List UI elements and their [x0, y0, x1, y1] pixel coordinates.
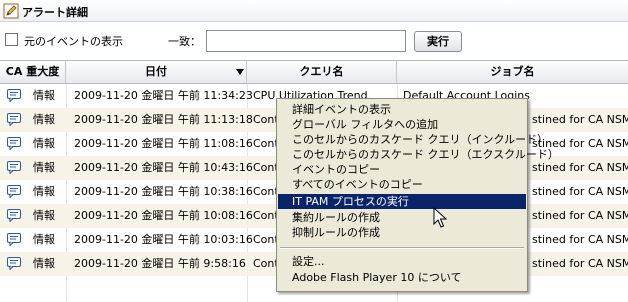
date-cell: 2009-11-20 金曜日 午前 10:08:16 — [74, 209, 253, 222]
severity-cell: 情報 — [33, 233, 55, 246]
search-input[interactable] — [206, 30, 406, 52]
header-query[interactable]: クエリ名 — [247, 61, 397, 83]
header-severity[interactable]: CA 重大度 — [0, 61, 66, 83]
query-cell: Cont — [253, 233, 279, 246]
date-cell: 2009-11-20 金曜日 午前 9:58:16 — [74, 257, 246, 270]
menu-item-about-flash-player[interactable]: Adobe Flash Player 10 について — [278, 270, 526, 285]
panel-title-bar: アラート詳細 — [0, 0, 628, 22]
job-cell: stined for CA NSM — [532, 233, 628, 246]
panel-title: アラート詳細 — [22, 6, 88, 19]
date-cell: 2009-11-20 金曜日 午前 11:34:23 — [74, 89, 253, 102]
speech-bubble-icon — [7, 113, 21, 126]
menu-item-run-it-pam-process[interactable]: IT PAM プロセスの実行 — [278, 194, 526, 209]
severity-cell: 情報 — [33, 185, 55, 198]
menu-item-create-suppression-rule[interactable]: 抑制ルールの作成 — [278, 225, 526, 240]
speech-bubble-icon — [7, 161, 21, 174]
query-cell: Cont — [253, 137, 279, 150]
severity-cell: 情報 — [33, 137, 55, 150]
menu-item-create-aggregation-rule[interactable]: 集約ルールの作成 — [278, 210, 526, 225]
job-cell: stined for CA NSM — [532, 185, 628, 198]
show-original-checkbox[interactable] — [5, 33, 18, 46]
menu-item-show-detail-event[interactable]: 詳細イベントの表示 — [278, 102, 526, 117]
severity-cell: 情報 — [33, 257, 55, 270]
severity-cell: 情報 — [33, 161, 55, 174]
query-cell: Cont — [253, 209, 279, 222]
speech-bubble-icon — [7, 89, 21, 102]
speech-bubble-icon — [7, 257, 21, 270]
query-cell: Cont — [253, 113, 279, 126]
speech-bubble-icon — [7, 233, 21, 246]
job-cell: stined for CA NSM — [532, 113, 628, 126]
grid-header: CA 重大度 日付 クエリ名 ジョブ名 — [0, 60, 628, 84]
speech-bubble-icon — [7, 209, 21, 222]
menu-item-settings[interactable]: 設定... — [278, 254, 526, 269]
severity-cell: 情報 — [33, 89, 55, 102]
menu-item-copy-all-events[interactable]: すべてのイベントのコピー — [278, 177, 526, 192]
date-cell: 2009-11-20 金曜日 午前 11:13:18 — [74, 113, 253, 126]
menu-item-cascade-exclude[interactable]: このセルからのカスケード クエリ（エクスクルード） — [278, 147, 559, 162]
header-date[interactable]: 日付 — [66, 61, 247, 83]
sort-desc-icon — [236, 69, 244, 75]
speech-bubble-icon — [7, 185, 21, 198]
speech-bubble-icon — [7, 137, 21, 150]
severity-cell: 情報 — [33, 209, 55, 222]
pencil-icon — [3, 3, 19, 19]
run-button[interactable]: 実行 — [414, 31, 462, 52]
match-label: 一致： — [168, 35, 201, 48]
filter-bar: 元のイベントの表示 一致： 実行 — [0, 22, 628, 60]
context-menu: 詳細イベントの表示 グローバル フィルタへの追加 このセルからのカスケード クエ… — [276, 98, 559, 292]
query-cell: Cont — [253, 185, 279, 198]
job-cell: stined for CA NSM — [532, 257, 628, 270]
date-cell: 2009-11-20 金曜日 午前 10:43:16 — [74, 161, 253, 174]
show-original-label: 元のイベントの表示 — [24, 35, 123, 48]
header-job[interactable]: ジョブ名 — [397, 61, 628, 83]
query-cell: Cont — [253, 161, 279, 174]
query-cell: Cont — [253, 257, 279, 270]
date-cell: 2009-11-20 金曜日 午前 10:38:16 — [74, 185, 253, 198]
menu-item-copy-event[interactable]: イベントのコピー — [278, 162, 526, 177]
date-cell: 2009-11-20 金曜日 午前 10:03:16 — [74, 233, 253, 246]
job-cell: stined for CA NSM — [532, 209, 628, 222]
menu-item-cascade-include[interactable]: このセルからのカスケード クエリ（インクルード） — [278, 132, 548, 147]
mouse-cursor-icon — [433, 207, 447, 228]
menu-item-add-global-filter[interactable]: グローバル フィルタへの追加 — [278, 117, 526, 132]
date-cell: 2009-11-20 金曜日 午前 11:08:16 — [74, 137, 253, 150]
severity-cell: 情報 — [33, 113, 55, 126]
menu-separator — [280, 247, 524, 249]
